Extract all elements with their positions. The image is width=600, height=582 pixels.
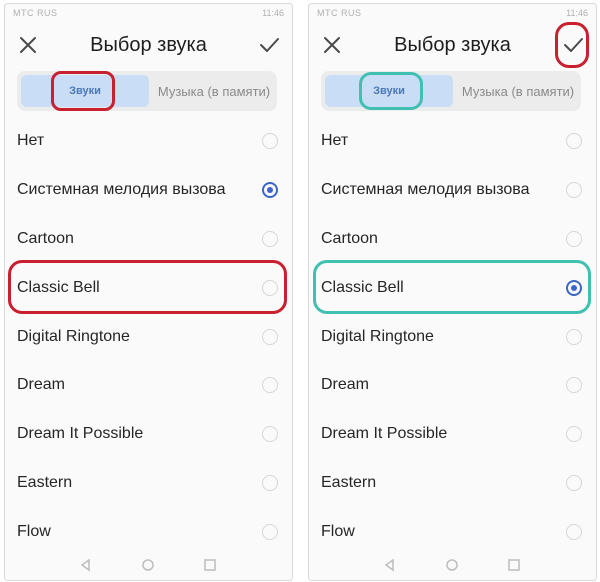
clock-text: 11:46 bbox=[566, 8, 588, 18]
list-item-label: Classic Bell bbox=[321, 278, 404, 296]
list-item[interactable]: Digital Ringtone bbox=[5, 314, 292, 363]
radio-button[interactable] bbox=[566, 230, 582, 247]
radio-button[interactable] bbox=[262, 279, 278, 296]
radio-button[interactable] bbox=[262, 133, 278, 149]
back-button[interactable] bbox=[79, 558, 93, 572]
dialog-header: Выбор звука bbox=[309, 26, 596, 66]
list-item-label: Flow bbox=[17, 523, 51, 541]
radio-button[interactable] bbox=[262, 426, 278, 443]
tab-music[interactable]: Музыка (в памяти) bbox=[457, 73, 579, 109]
radio-button[interactable] bbox=[262, 377, 278, 394]
tab-sounds[interactable]: Звуки bbox=[325, 75, 453, 107]
list-item-label: Digital Ringtone bbox=[17, 327, 130, 345]
list-item[interactable]: Dream bbox=[309, 362, 596, 411]
list-item[interactable]: Системная мелодия вызова bbox=[309, 167, 596, 216]
status-bar: МТС RUS 11:46 bbox=[5, 4, 292, 24]
tab-music[interactable]: Музыка (в памяти) bbox=[153, 73, 275, 109]
list-item[interactable]: Digital Ringtone bbox=[309, 314, 596, 363]
list-item[interactable]: Dream It Possible bbox=[309, 411, 596, 460]
recents-button[interactable] bbox=[203, 558, 217, 572]
list-item[interactable]: Classic Bell bbox=[5, 265, 292, 314]
list-item-label: Системная мелодия вызова bbox=[17, 180, 226, 198]
list-item-label: Digital Ringtone bbox=[321, 327, 434, 345]
dialog-header: Выбор звука bbox=[5, 26, 292, 66]
list-item-label: Eastern bbox=[321, 474, 377, 492]
recents-icon bbox=[204, 559, 216, 571]
list-item[interactable]: Нет bbox=[5, 118, 292, 167]
checkmark-icon bbox=[260, 38, 279, 52]
list-item[interactable]: Dream It Possible bbox=[5, 411, 292, 460]
list-item-label: Classic Bell bbox=[17, 278, 100, 296]
radio-button-selected[interactable] bbox=[566, 279, 582, 296]
phone-screen-after: МТС RUS 11:46 Выбор звука Звуки Музыка (… bbox=[308, 3, 597, 581]
list-item[interactable]: Cartoon bbox=[5, 216, 292, 265]
list-item[interactable]: Системная мелодия вызова bbox=[5, 167, 292, 216]
tab-sounds[interactable]: Звуки bbox=[21, 75, 149, 107]
status-bar: МТС RUS 11:46 bbox=[309, 4, 596, 24]
radio-button-selected[interactable] bbox=[262, 181, 278, 198]
back-icon bbox=[80, 558, 90, 572]
radio-button[interactable] bbox=[566, 377, 582, 394]
source-tabs: Звуки Музыка (в памяти) bbox=[17, 71, 277, 111]
carrier-text: МТС RUS bbox=[317, 8, 362, 18]
radio-button[interactable] bbox=[566, 426, 582, 443]
list-item-label: Cartoon bbox=[321, 229, 378, 247]
list-item-label: Системная мелодия вызова bbox=[321, 180, 530, 198]
radio-button[interactable] bbox=[262, 524, 278, 541]
home-icon bbox=[446, 559, 458, 571]
radio-button[interactable] bbox=[262, 475, 278, 492]
ringtone-list: Нет Системная мелодия вызова Cartoon Cla… bbox=[5, 118, 292, 558]
recents-icon bbox=[508, 559, 520, 571]
list-item-label: Dream bbox=[17, 376, 66, 394]
radio-button[interactable] bbox=[566, 524, 582, 541]
list-item[interactable]: Classic Bell bbox=[309, 265, 596, 314]
list-item[interactable]: Flow bbox=[309, 509, 596, 558]
list-item[interactable]: Eastern bbox=[309, 460, 596, 509]
back-icon bbox=[384, 558, 394, 572]
checkmark-icon bbox=[564, 38, 583, 52]
home-icon bbox=[142, 559, 154, 571]
list-item[interactable]: Нет bbox=[309, 118, 596, 167]
ringtone-list: Нет Системная мелодия вызова Cartoon Cla… bbox=[309, 118, 596, 558]
carrier-text: МТС RUS bbox=[13, 8, 58, 18]
confirm-button[interactable] bbox=[560, 32, 586, 58]
list-item-label: Dream It Possible bbox=[321, 425, 448, 443]
list-item[interactable]: Flow bbox=[5, 509, 292, 558]
list-item[interactable]: Dream bbox=[5, 362, 292, 411]
list-item-label: Dream bbox=[321, 376, 370, 394]
system-nav-bar bbox=[5, 552, 292, 580]
list-item-label: Нет bbox=[321, 132, 349, 149]
list-item-label: Eastern bbox=[17, 474, 73, 492]
clock-text: 11:46 bbox=[262, 8, 284, 18]
system-nav-bar bbox=[309, 552, 596, 580]
home-button[interactable] bbox=[445, 558, 459, 572]
radio-button[interactable] bbox=[566, 181, 582, 198]
phone-screen-before: МТС RUS 11:46 Выбор звука Звуки Музыка (… bbox=[4, 3, 293, 581]
radio-button[interactable] bbox=[262, 328, 278, 345]
radio-button[interactable] bbox=[566, 328, 582, 345]
confirm-button[interactable] bbox=[256, 32, 282, 58]
list-item[interactable]: Eastern bbox=[5, 460, 292, 509]
home-button[interactable] bbox=[141, 558, 155, 572]
recents-button[interactable] bbox=[507, 558, 521, 572]
radio-button[interactable] bbox=[566, 133, 582, 149]
list-item-label: Dream It Possible bbox=[17, 425, 144, 443]
list-item[interactable]: Cartoon bbox=[309, 216, 596, 265]
source-tabs: Звуки Музыка (в памяти) bbox=[321, 71, 581, 111]
list-item-label: Flow bbox=[321, 523, 355, 541]
radio-button[interactable] bbox=[566, 475, 582, 492]
list-item-label: Cartoon bbox=[17, 229, 74, 247]
radio-button[interactable] bbox=[262, 230, 278, 247]
page-title: Выбор звука bbox=[90, 34, 207, 56]
list-item-label: Нет bbox=[17, 132, 45, 149]
back-button[interactable] bbox=[383, 558, 397, 572]
page-title: Выбор звука bbox=[394, 34, 511, 56]
